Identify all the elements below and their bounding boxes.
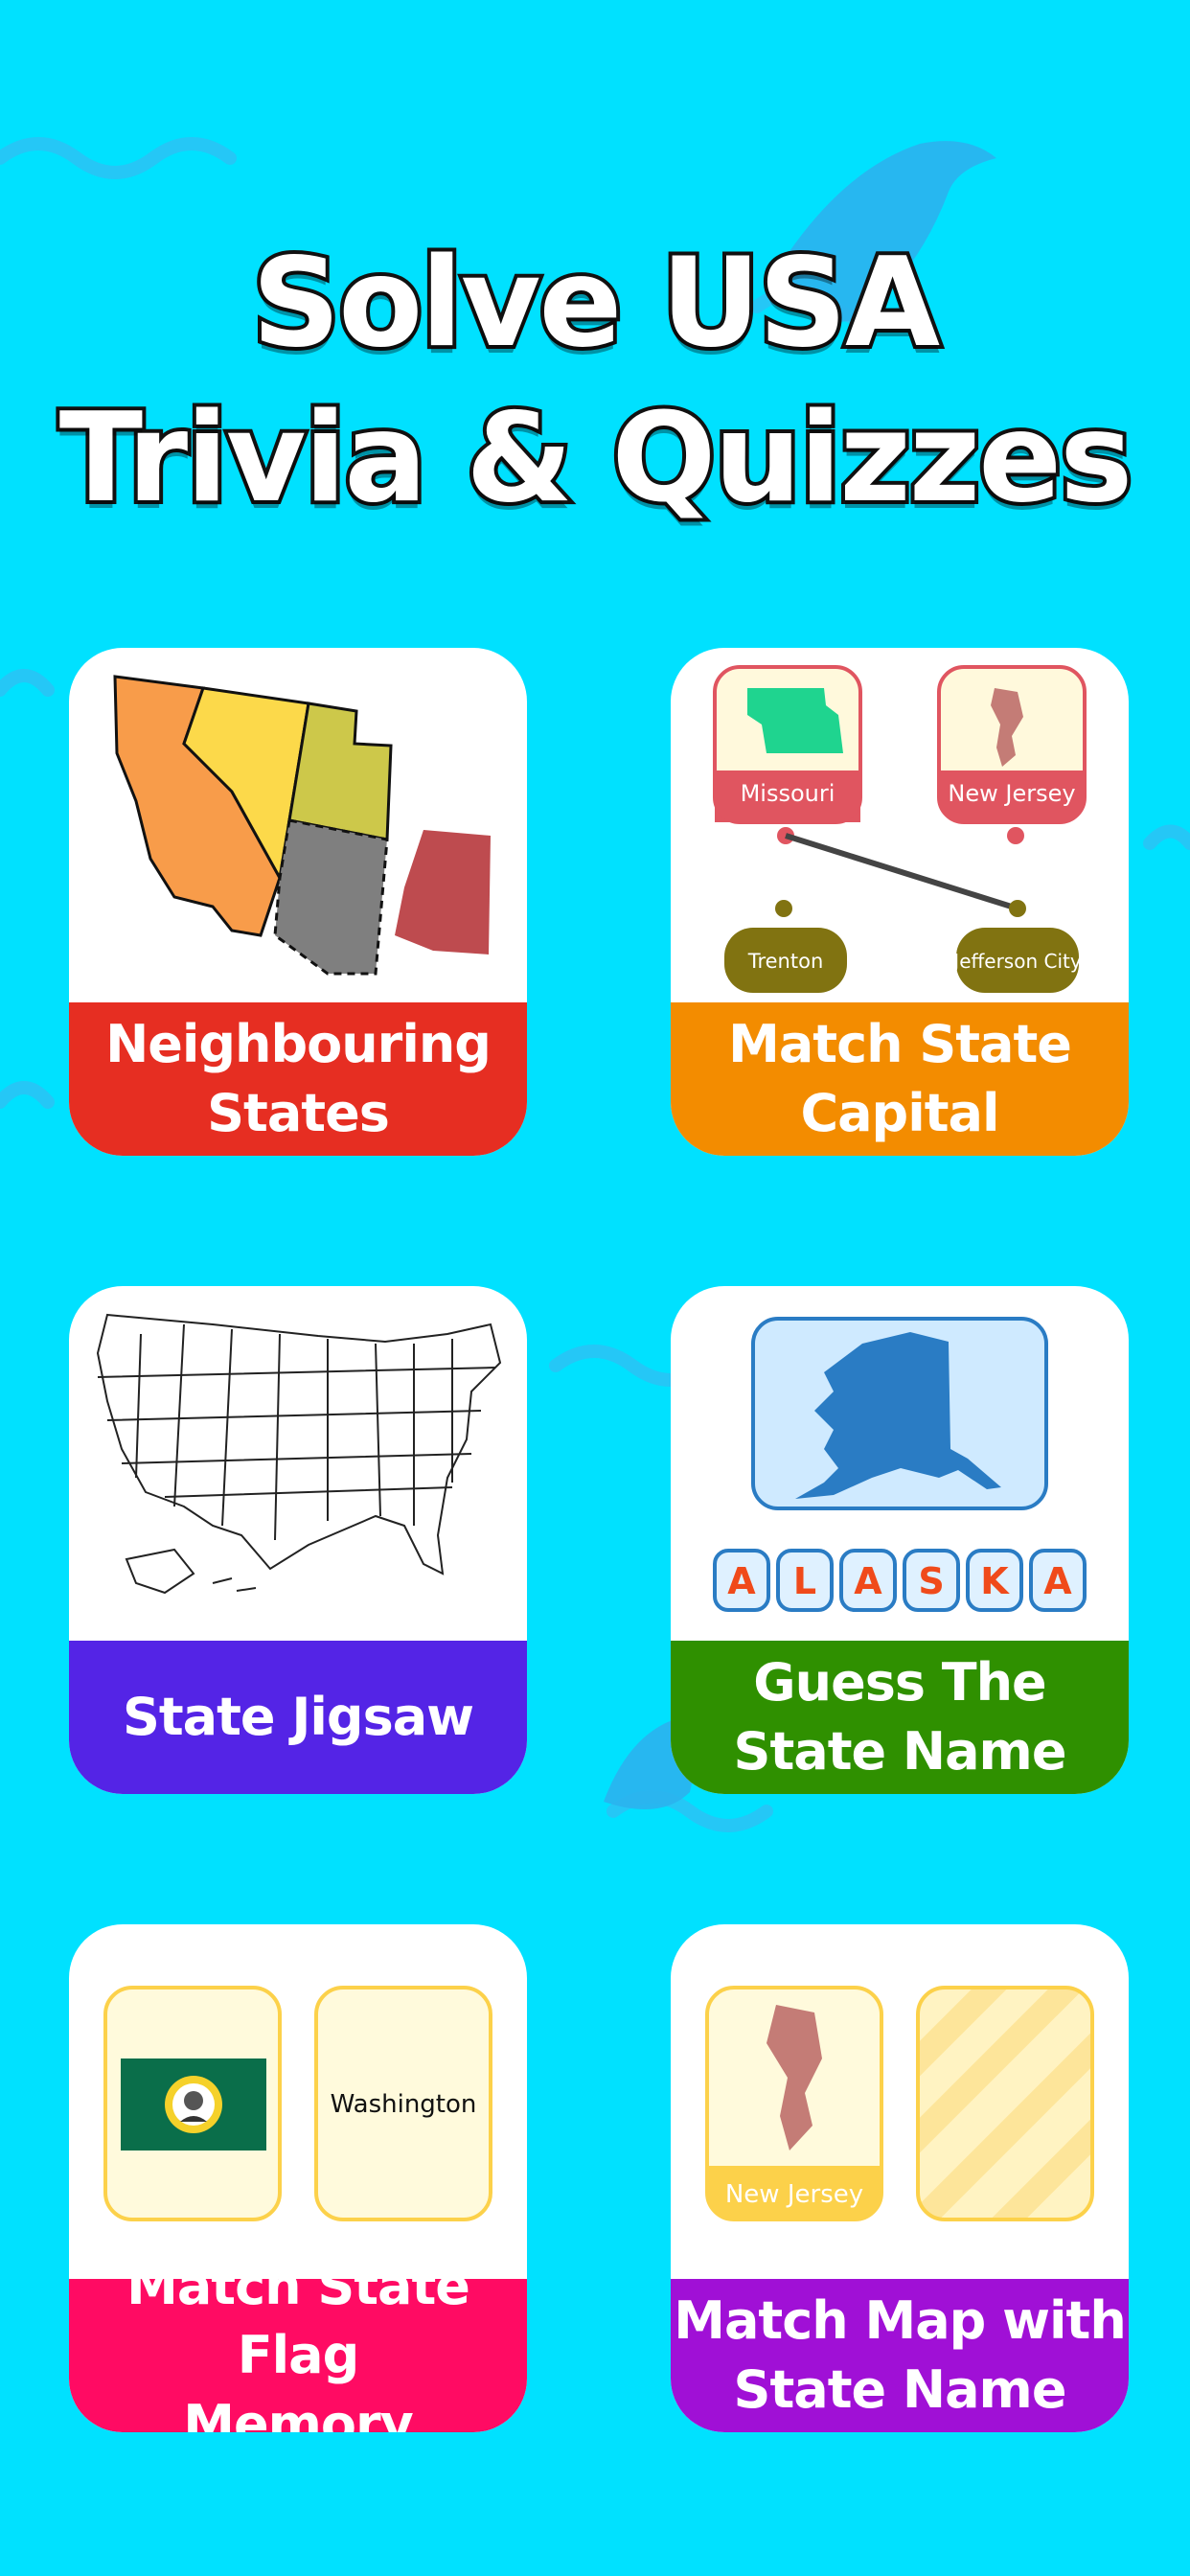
state-capital-icon: Missouri New Jersey Trenton Jefferson Ci…: [713, 665, 1087, 993]
letter-tile[interactable]: K: [966, 1549, 1023, 1612]
letter-tile[interactable]: S: [903, 1549, 960, 1612]
state-jigsaw-label: State Jigsaw: [122, 1687, 474, 1747]
missouri-label: Missouri: [741, 780, 835, 807]
flag-memory-icon: Washington: [103, 1986, 492, 2221]
neighbouring-states-card[interactable]: Neighbouring States: [69, 648, 527, 1156]
match-map-state-band: Match Map with State Name: [671, 2279, 1129, 2432]
letter-tile-text: S: [918, 1560, 944, 1602]
letter-tile-text: L: [793, 1560, 816, 1602]
washington-label: Washington: [331, 2090, 477, 2119]
guess-state-name-label: Guess The State Name: [733, 1652, 1067, 1782]
letter-tile-text: A: [1043, 1560, 1072, 1602]
letter-tiles: ALASKA: [713, 1549, 1087, 1612]
letter-tile[interactable]: A: [713, 1549, 770, 1612]
match-map-state-name-card[interactable]: New Jersey Match Map with State Name: [671, 1924, 1129, 2432]
state-jigsaw-card[interactable]: State Jigsaw: [69, 1286, 527, 1794]
alaska-map-icon: ALASKA: [713, 1317, 1087, 1612]
match-state-flag-band: Match State Flag Memory: [69, 2256, 527, 2432]
match-state-capital-band: Match State Capital: [671, 1002, 1129, 1156]
match-map-state-label: Match Map with State Name: [674, 2290, 1127, 2420]
letter-tile-text: K: [980, 1560, 1010, 1602]
trenton-label: Trenton: [747, 950, 824, 973]
letter-tile[interactable]: A: [839, 1549, 897, 1612]
letter-tile[interactable]: A: [1029, 1549, 1087, 1612]
title-line-2: Trivia & Quizzes: [56, 383, 1136, 534]
guess-state-name-band: Guess The State Name: [671, 1641, 1129, 1794]
map-name-icon: New Jersey: [705, 1986, 1094, 2221]
jefferson-city-label: Jefferson City: [951, 950, 1082, 973]
neighbouring-states-label: Neighbouring States: [105, 1014, 492, 1143]
new-jersey-caption: New Jersey: [725, 2180, 863, 2209]
new-jersey-label: New Jersey: [948, 780, 1075, 807]
usa-outline-map-icon: [96, 1313, 502, 1595]
match-state-capital-card[interactable]: Missouri New Jersey Trenton Jefferson Ci…: [671, 648, 1129, 1156]
state-jigsaw-band: State Jigsaw: [69, 1641, 527, 1794]
letter-tile-text: A: [727, 1560, 756, 1602]
match-state-flag-memory-card[interactable]: Washington Match State Flag Memory: [69, 1924, 527, 2432]
title-line-1: Solve USA: [248, 228, 944, 379]
washington-flag-icon: [121, 2058, 266, 2150]
neighbour-map-icon: [113, 675, 491, 976]
guess-state-name-card[interactable]: ALASKA Guess The State Name: [671, 1286, 1129, 1794]
match-state-flag-label: Match State Flag Memory: [126, 2256, 470, 2432]
neighbouring-states-band: Neighbouring States: [69, 1002, 527, 1156]
match-state-capital-label: Match State Capital: [728, 1014, 1072, 1143]
letter-tile-text: A: [854, 1560, 882, 1602]
letter-tile[interactable]: L: [776, 1549, 834, 1612]
page-title: Solve USA Trivia & Quizzes: [0, 226, 1190, 537]
